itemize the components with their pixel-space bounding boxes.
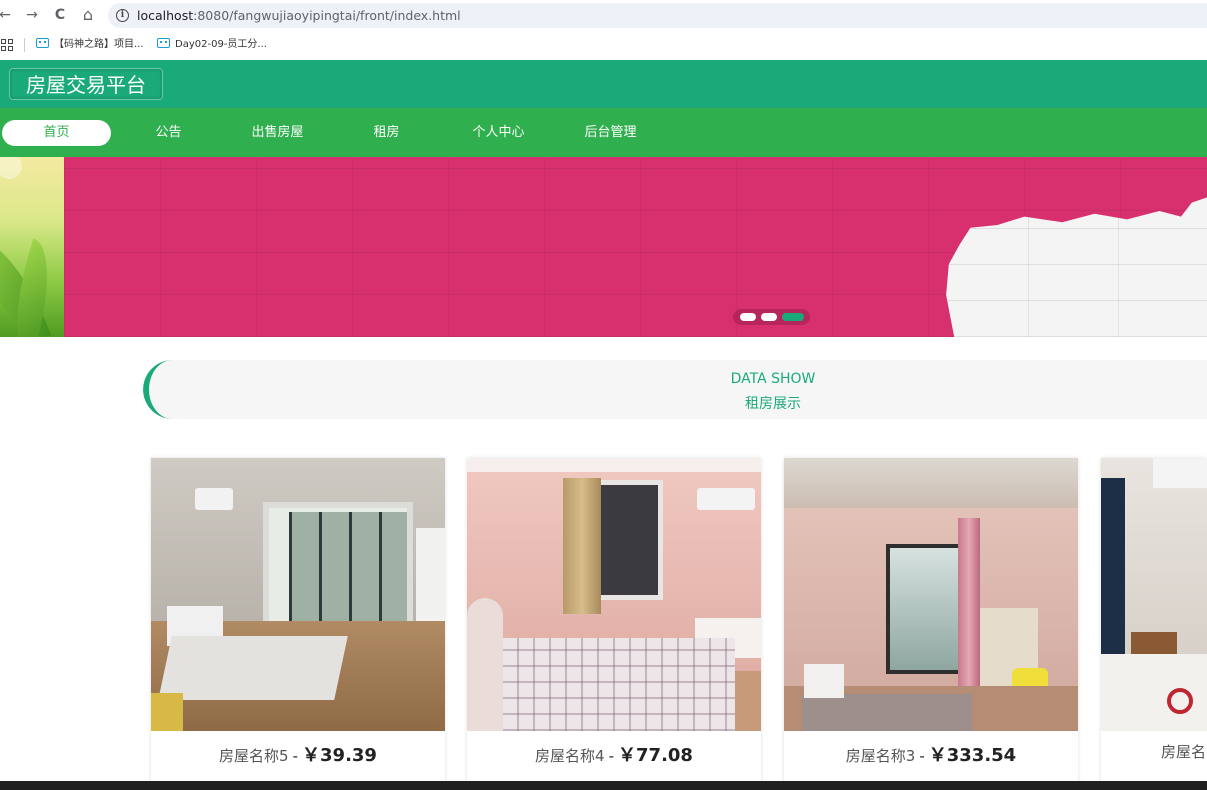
air-conditioner [195, 488, 233, 510]
bed-mattress [158, 636, 348, 700]
bookmark-label: Day02-09-员工分... [175, 39, 267, 50]
house-card[interactable]: 房屋名称5- ￥39.39 [151, 458, 445, 790]
reload-icon[interactable]: C [49, 4, 71, 26]
carousel-dot[interactable] [740, 313, 756, 321]
home-icon[interactable]: ⌂ [77, 4, 99, 26]
carousel-dot[interactable] [761, 313, 777, 321]
carousel-prev-arrow-icon[interactable] [0, 157, 22, 179]
ceiling [784, 458, 1078, 508]
browser-toolbar: ← → C ⌂ i localhost:8080/fangwujiaoyipin… [0, 0, 1207, 31]
sofa-arm [467, 598, 503, 731]
window-glass [289, 512, 407, 626]
house-name: 房屋名称3 [845, 747, 916, 765]
house-card[interactable]: 房屋名称4- ￥77.08 [467, 458, 761, 790]
house-photo[interactable] [467, 458, 761, 731]
house-photo[interactable] [784, 458, 1078, 731]
section-title-cn: 租房展示 [745, 396, 801, 412]
bilibili-icon [157, 38, 170, 48]
house-name: 房屋名称4 [535, 747, 605, 765]
nav-item-home[interactable]: 首页 [2, 120, 111, 146]
house-price: ￥333.54 [928, 745, 1017, 766]
nav-item-notice[interactable]: 公告 [114, 120, 223, 146]
house-caption[interactable]: 房屋名称5- ￥39.39 [151, 741, 445, 767]
price-separator: - [292, 747, 299, 765]
url-path: :8080/fangwujiaoyipingtai/front/index.ht… [193, 8, 461, 23]
house-price: ￥39.39 [302, 745, 377, 766]
url-host: localhost [137, 8, 194, 23]
house-name: 房屋名 [1161, 743, 1207, 761]
banner-carousel[interactable] [0, 157, 1207, 337]
site-header: 房屋交易平台 [0, 60, 1207, 107]
carousel-pager [733, 309, 810, 325]
pillow-logo [1167, 688, 1193, 714]
house-price: ￥77.08 [618, 745, 693, 766]
forward-icon[interactable]: → [21, 4, 43, 26]
house-photo[interactable] [1101, 458, 1207, 731]
nav-item-admin[interactable]: 后台管理 [556, 120, 665, 146]
bookmark-item[interactable]: Day02-09-员工分... [157, 37, 267, 53]
bookmark-item[interactable]: 【码神之路】项目... [36, 37, 144, 53]
house-name: 房屋名称5 [219, 747, 289, 765]
price-separator: - [919, 747, 925, 765]
air-conditioner [1153, 458, 1207, 488]
bookmarks-bar: 【码神之路】项目... Day02-09-员工分... [0, 31, 1207, 59]
info-icon[interactable]: i [116, 9, 129, 22]
bed [802, 694, 972, 731]
house-card[interactable]: 房屋名称3- ￥333.54 [784, 458, 1078, 790]
bed-headboard [804, 664, 844, 698]
url-text[interactable]: localhost:8080/fangwujiaoyipingtai/front… [137, 3, 461, 28]
house-caption[interactable]: 房屋名称4- ￥77.08 [467, 741, 761, 767]
curtain [958, 518, 980, 688]
house-card[interactable]: 房屋名 [1101, 458, 1207, 790]
dark-curtain [1101, 478, 1125, 678]
nav-item-personal-center[interactable]: 个人中心 [444, 120, 553, 146]
ceiling [467, 458, 761, 472]
bookmarks-divider [24, 38, 25, 52]
apps-grid-icon[interactable] [1, 39, 13, 51]
bilibili-icon [36, 38, 49, 48]
nav-item-rent[interactable]: 租房 [332, 120, 441, 146]
window [886, 544, 968, 674]
section-title-en: DATA SHOW [730, 371, 816, 387]
curtain [563, 478, 601, 614]
air-conditioner [697, 488, 755, 510]
site-logo[interactable]: 房屋交易平台 [9, 68, 163, 100]
banner-previous-slide[interactable] [0, 157, 68, 337]
main-nav: 首页 公告 出售房屋 租房 个人中心 后台管理 [0, 107, 1207, 157]
back-icon[interactable]: ← [0, 4, 16, 26]
carousel-dot-active[interactable] [782, 313, 804, 321]
bed-checkered [485, 638, 735, 731]
bookmark-label: 【码神之路】项目... [54, 39, 144, 50]
section-title-bar: DATA SHOW 租房展示 [143, 360, 1207, 419]
price-separator: - [608, 747, 615, 765]
nav-item-sell-house[interactable]: 出售房屋 [223, 120, 332, 146]
house-photo[interactable] [151, 458, 445, 731]
house-caption[interactable]: 房屋名 [1161, 741, 1207, 762]
taskbar-strip [0, 781, 1207, 790]
nightstand [1131, 632, 1177, 656]
house-caption[interactable]: 房屋名称3- ￥333.54 [784, 741, 1078, 767]
yellow-chair [151, 693, 183, 731]
address-bar[interactable]: i localhost:8080/fangwujiaoyipingtai/fro… [108, 3, 1207, 28]
bed [1101, 654, 1207, 731]
